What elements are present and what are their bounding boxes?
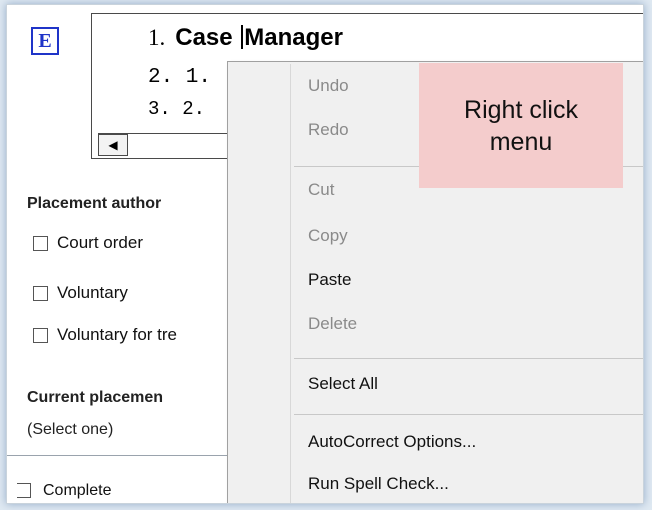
menu-item-select-all[interactable]: Select All xyxy=(308,374,378,394)
current-placement-heading: Current placemen xyxy=(27,389,164,406)
menu-item-run-spell-check[interactable]: Run Spell Check... xyxy=(308,474,449,494)
checkbox-label: Voluntary for tre xyxy=(57,325,178,344)
menu-item-redo[interactable]: Redo xyxy=(308,120,349,140)
placement-authority-heading: Placement author xyxy=(27,195,162,212)
menu-separator xyxy=(294,414,643,415)
editor-text-before-caret: Case xyxy=(175,24,240,51)
menu-icon-gutter xyxy=(290,64,291,503)
editor-line-3: 3. 2. xyxy=(148,98,206,120)
select-one-hint: (Select one) xyxy=(27,421,114,438)
menu-separator xyxy=(294,358,643,359)
menu-item-undo[interactable]: Undo xyxy=(308,76,349,96)
checkbox-box[interactable] xyxy=(33,236,48,251)
complete-label: Complete xyxy=(43,482,112,499)
checkbox-label: Court order xyxy=(57,233,143,252)
section-divider xyxy=(7,455,227,456)
list-number: 1. xyxy=(148,25,166,50)
menu-item-autocorrect-options[interactable]: AutoCorrect Options... xyxy=(308,432,476,452)
menu-item-paste[interactable]: Paste xyxy=(308,270,351,290)
editor-badge[interactable]: E xyxy=(31,27,59,55)
checkbox-label: Voluntary xyxy=(57,283,128,302)
checkbox-box[interactable] xyxy=(33,286,48,301)
text-caret xyxy=(241,25,244,49)
menu-item-cut[interactable]: Cut xyxy=(308,180,334,200)
scroll-left-arrow-icon[interactable]: ◀ xyxy=(98,134,128,156)
menu-item-delete[interactable]: Delete xyxy=(308,314,357,334)
editor-line-1: 1. Case Manager xyxy=(148,24,343,52)
editor-line-2: 2. 1. xyxy=(148,66,212,89)
complete-checkbox[interactable] xyxy=(17,483,31,498)
app-window: E 1. Case Manager 2. 1. 3. 2. ◀ Placement… xyxy=(6,4,644,504)
editor-text-after-caret: Manager xyxy=(244,24,343,51)
checkbox-box[interactable] xyxy=(33,328,48,343)
annotation-callout: Right click menu xyxy=(419,63,623,188)
menu-item-copy[interactable]: Copy xyxy=(308,226,348,246)
